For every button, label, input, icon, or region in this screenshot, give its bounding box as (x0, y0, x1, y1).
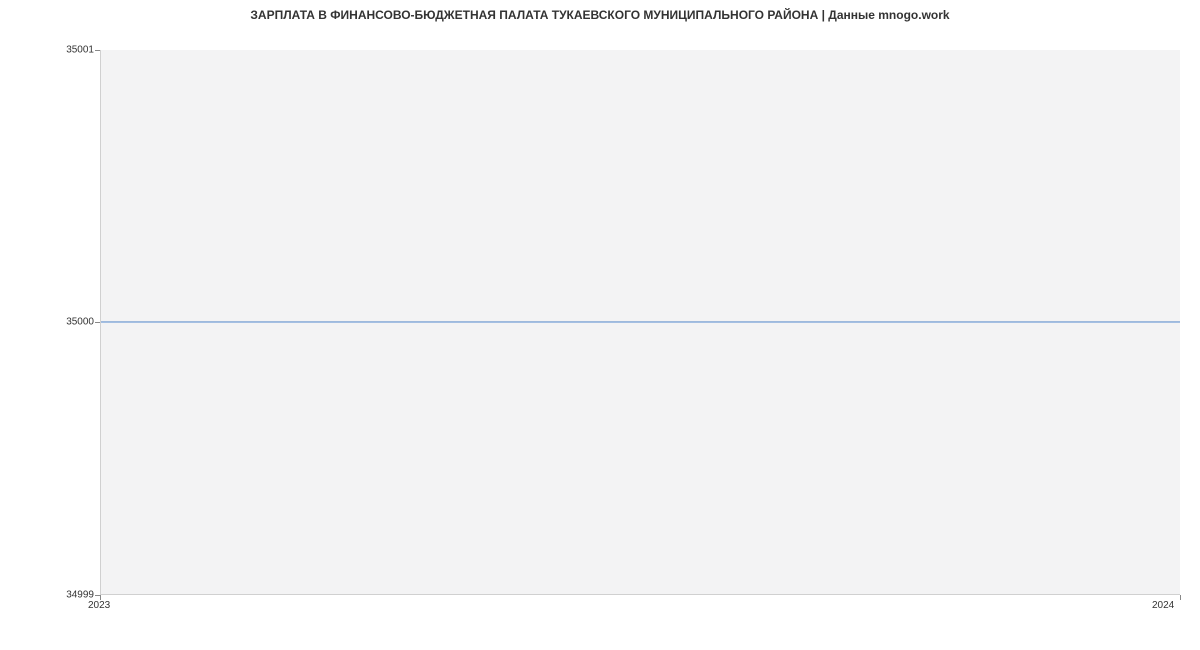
chart-title: ЗАРПЛАТА В ФИНАНСОВО-БЮДЖЕТНАЯ ПАЛАТА ТУ… (0, 8, 1200, 22)
y-tick-mark (95, 50, 100, 51)
chart-container: ЗАРПЛАТА В ФИНАНСОВО-БЮДЖЕТНАЯ ПАЛАТА ТУ… (0, 0, 1200, 650)
y-tick-label: 34999 (66, 590, 94, 601)
x-tick-mark (1180, 595, 1181, 600)
y-tick-label: 35001 (66, 45, 94, 56)
plot-area (100, 50, 1180, 595)
data-series-line (101, 322, 1180, 323)
x-tick-label: 2024 (1152, 600, 1174, 611)
x-tick-label: 2023 (88, 600, 110, 611)
y-tick-label: 35000 (66, 317, 94, 328)
y-tick-mark (95, 322, 100, 323)
